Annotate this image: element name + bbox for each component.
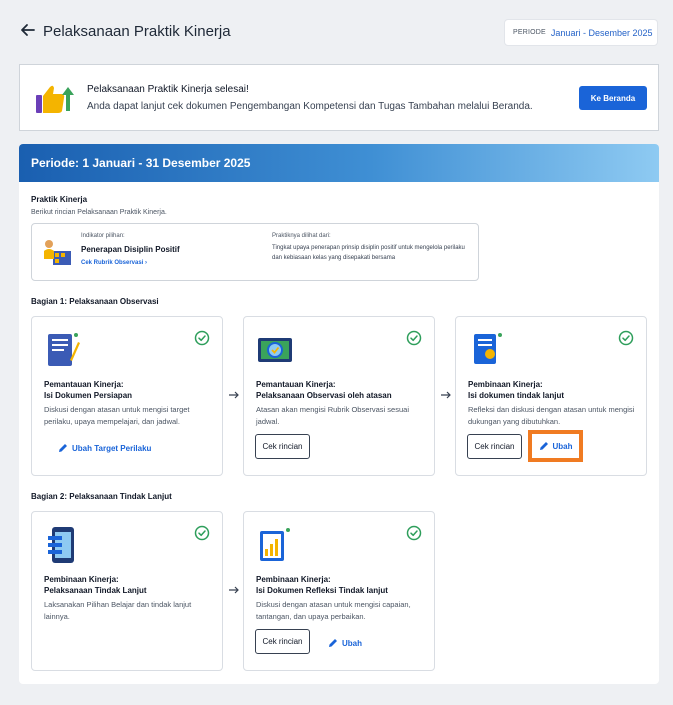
step-title: Pemantauan Kinerja: Pelaksanaan Observas…: [256, 379, 426, 401]
step-description: Laksanakan Pilihan Belajar dan tindak la…: [44, 600, 192, 621]
phone-checklist-icon: [44, 525, 82, 565]
pencil-icon: [59, 444, 67, 452]
monitor-search-icon: [256, 330, 294, 370]
arrow-right-icon: [440, 390, 452, 400]
document-pen-icon: [44, 330, 82, 370]
pencil-icon: [329, 639, 337, 647]
edit-target-label: Ubah Target Perilaku: [72, 443, 152, 453]
step-card-tindak-lanjut: Pembinaan Kinerja: Isi dokumen tindak la…: [455, 316, 647, 476]
discipline-icon: [41, 237, 73, 267]
step-description: Diskusi dengan atasan untuk mengisi capa…: [256, 600, 411, 621]
period-value: Januari - Desember 2025: [550, 27, 653, 38]
step-title-line2: Isi Dokumen Refleksi Tindak lanjut: [256, 586, 388, 595]
completion-banner: Pelaksanaan Praktik Kinerja selesai! And…: [19, 64, 659, 131]
chart-document-icon: [256, 525, 294, 565]
edit-link[interactable]: Ubah: [328, 638, 362, 648]
step-title-line2: Pelaksanaan Tindak Lanjut: [44, 586, 147, 595]
step-title: Pembinaan Kinerja: Pelaksanaan Tindak La…: [44, 574, 214, 596]
check-circle-icon: [194, 330, 210, 346]
edit-label: Ubah: [552, 441, 573, 451]
step-title: Pembinaan Kinerja: Isi dokumen tindak la…: [468, 379, 638, 401]
step-title-line1: Pemantauan Kinerja:: [256, 380, 336, 389]
step-title-line2: Isi Dokumen Persiapan: [44, 391, 133, 400]
clipboard-user-icon: [468, 330, 506, 370]
period-selector[interactable]: PERIODE Januari - Desember 2025: [504, 19, 658, 46]
section-2-title: Bagian 2: Pelaksanaan Tindak Lanjut: [31, 492, 172, 501]
praktik-title: Praktik Kinerja: [31, 195, 88, 204]
edit-label: Ubah: [342, 638, 362, 648]
indicator-label: Indikator pilihan:: [81, 233, 125, 239]
step-card-persiapan: Pemantauan Kinerja: Isi Dokumen Persiapa…: [31, 316, 223, 476]
edit-button-highlighted[interactable]: Ubah: [528, 430, 583, 462]
period-header-title: Periode: 1 Januari - 31 Desember 2025: [31, 156, 251, 170]
rubric-link[interactable]: Cek Rubrik Observasi ›: [81, 260, 147, 266]
step-description: Diskusi dengan atasan untuk mengisi targ…: [44, 405, 190, 426]
practice-text: Tingkat upaya penerapan prinsip disiplin…: [272, 245, 465, 261]
chevron-right-icon: ›: [145, 260, 148, 266]
arrow-right-icon: [228, 390, 240, 400]
period-label: PERIODE: [513, 29, 546, 36]
back-arrow-icon[interactable]: [20, 22, 38, 42]
step-card-pelaksanaan-tindak-lanjut: Pembinaan Kinerja: Pelaksanaan Tindak La…: [31, 511, 223, 671]
check-circle-icon: [406, 330, 422, 346]
home-button[interactable]: Ke Beranda: [579, 86, 647, 110]
check-circle-icon: [406, 525, 422, 541]
step-description: Atasan akan mengisi Rubrik Observasi ses…: [256, 405, 409, 426]
thumbs-up-icon: [34, 81, 78, 117]
step-title: Pemantauan Kinerja: Isi Dokumen Persiapa…: [44, 379, 214, 401]
main-card: Periode: 1 Januari - 31 Desember 2025 Pr…: [19, 144, 659, 684]
step-title-line1: Pemantauan Kinerja:: [44, 380, 124, 389]
step-card-refleksi: Pembinaan Kinerja: Isi Dokumen Refleksi …: [243, 511, 435, 671]
indicator-box: Indikator pilihan: Penerapan Disiplin Po…: [31, 223, 479, 281]
page-header: Pelaksanaan Praktik Kinerja PERIODE Janu…: [0, 0, 673, 64]
step-title-line1: Pembinaan Kinerja:: [44, 575, 119, 584]
edit-target-link[interactable]: Ubah Target Perilaku: [58, 443, 151, 453]
check-circle-icon: [194, 525, 210, 541]
rubric-link-label: Cek Rubrik Observasi: [81, 260, 144, 266]
step-title-line2: Isi dokumen tindak lanjut: [468, 391, 565, 400]
banner-subtitle: Anda dapat lanjut cek dokumen Pengembang…: [87, 101, 533, 112]
step-title-line1: Pembinaan Kinerja:: [468, 380, 543, 389]
practice-label: Praktiknya dilihat dari:: [272, 233, 331, 239]
step-title-line2: Pelaksanaan Observasi oleh atasan: [256, 391, 392, 400]
page-title: Pelaksanaan Praktik Kinerja: [43, 23, 231, 40]
period-header: Periode: 1 Januari - 31 Desember 2025: [19, 144, 659, 182]
arrow-right-icon: [228, 585, 240, 595]
check-circle-icon: [618, 330, 634, 346]
section-1-title: Bagian 1: Pelaksanaan Observasi: [31, 297, 159, 306]
details-button[interactable]: Cek rincian: [255, 629, 310, 654]
step-title: Pembinaan Kinerja: Isi Dokumen Refleksi …: [256, 574, 426, 596]
pencil-icon: [539, 442, 548, 450]
details-button[interactable]: Cek rincian: [255, 434, 310, 459]
indicator-name: Penerapan Disiplin Positif: [81, 245, 180, 254]
step-title-line1: Pembinaan Kinerja:: [256, 575, 331, 584]
details-button[interactable]: Cek rincian: [467, 434, 522, 459]
praktik-subtitle: Berikut rincian Pelaksanaan Praktik Kine…: [31, 209, 167, 216]
banner-title: Pelaksanaan Praktik Kinerja selesai!: [87, 84, 249, 95]
step-description: Refleksi dan diskusi dengan atasan untuk…: [468, 405, 635, 426]
step-card-observasi: Pemantauan Kinerja: Pelaksanaan Observas…: [243, 316, 435, 476]
